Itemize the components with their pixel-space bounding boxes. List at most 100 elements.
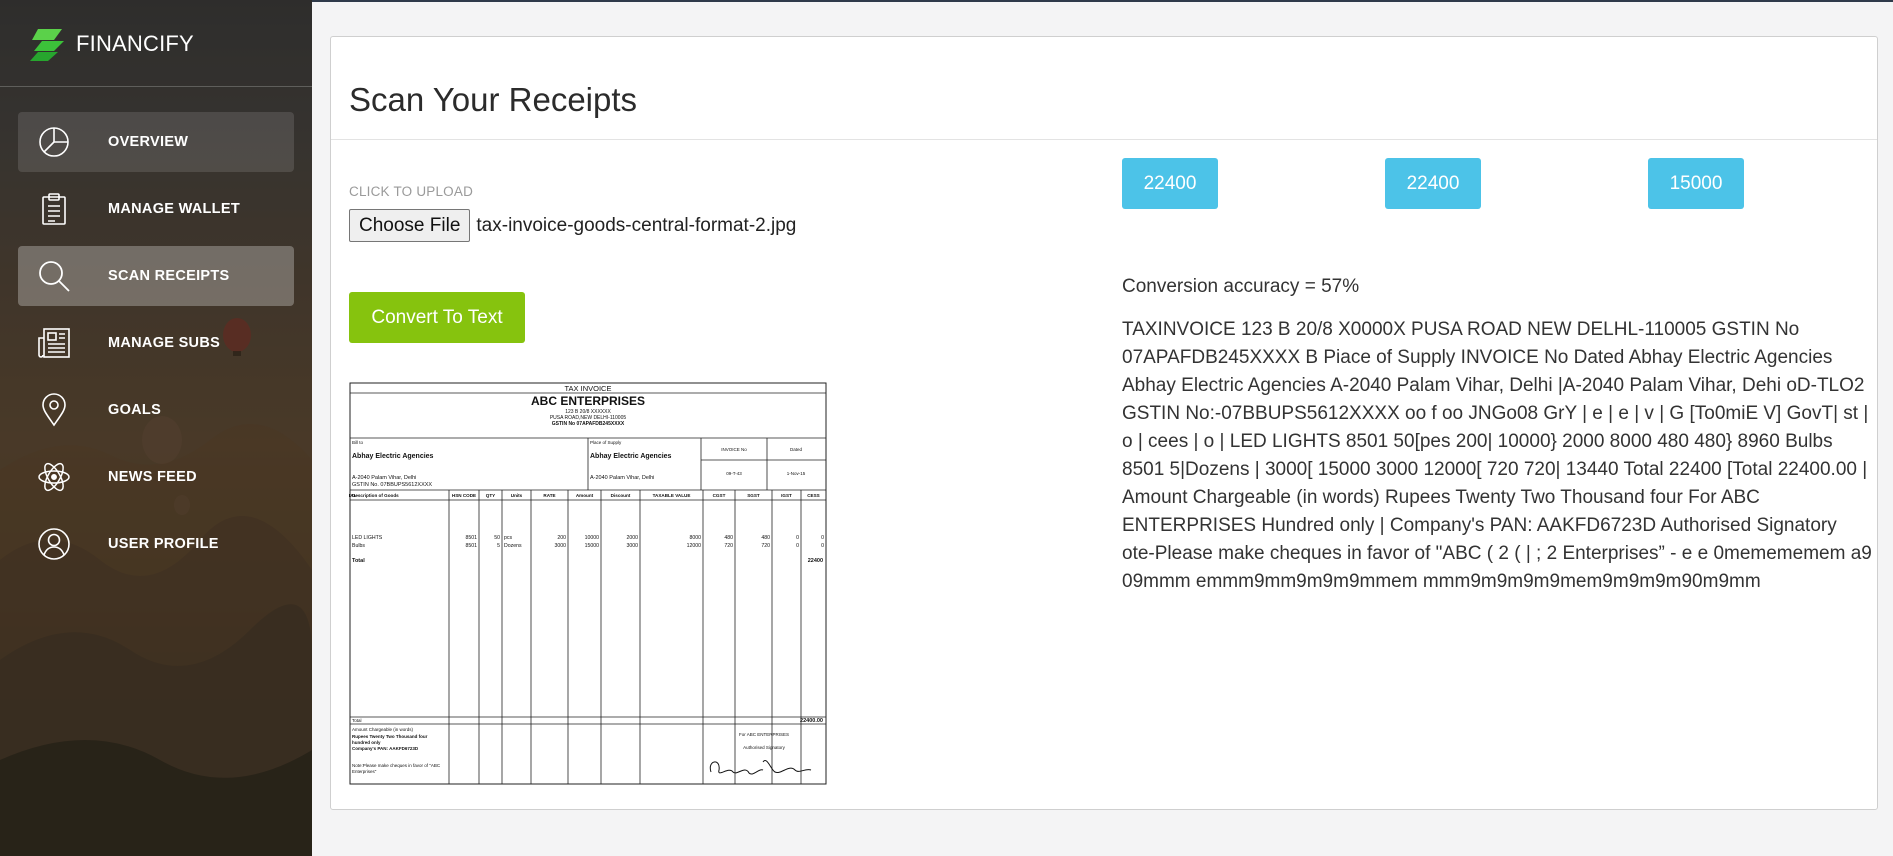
sidebar-item-overview[interactable]: OVERVIEW [18, 112, 294, 172]
sidebar-item-goals[interactable]: GOALS [18, 380, 294, 440]
receipt-cell: LED LIGHTS [352, 535, 383, 541]
receipt-supply-name: Abhay Electric Agencies [590, 453, 672, 460]
receipt-cell: 2000 [626, 535, 638, 541]
receipt-cell: 50 [494, 535, 500, 541]
receipt-dated-label: Dated [790, 447, 803, 452]
receipt-cell: 200 [557, 535, 566, 541]
file-input: Choose File tax-invoice-goods-central-fo… [349, 209, 796, 242]
receipt-cell: 0 [796, 543, 799, 549]
receipt-cell: pcs [504, 535, 512, 541]
sidebar-item-label: SCAN RECEIPTS [108, 268, 230, 284]
selected-file-name: tax-invoice-goods-central-format-2.jpg [476, 214, 797, 236]
clipboard-icon [36, 191, 72, 227]
receipt-cell: 3000 [554, 543, 566, 549]
amount-button-3[interactable]: 15000 [1648, 158, 1744, 209]
receipt-column-header: CESS [807, 493, 820, 498]
receipt-words-2: hundred only [352, 740, 381, 745]
sidebar-item-news-feed[interactable]: NEWS FEED [18, 447, 294, 507]
page-title: Scan Your Receipts [349, 81, 638, 118]
extracted-text: TAXINVOICE 123 B 20/8 X0000X PUSA ROAD N… [1122, 319, 1872, 592]
receipt-words-label: Amount Chargeable (in words) [352, 727, 414, 732]
receipt-cell: 720 [724, 543, 733, 549]
sidebar-item-manage-wallet[interactable]: MANAGE WALLET [18, 179, 294, 239]
atom-icon [36, 459, 72, 495]
receipt-total-label: Total [352, 558, 365, 564]
brand-divider [0, 86, 312, 87]
sidebar-nav: OVERVIEW MANAGE WALLET SCAN RECEIPTS MAN… [18, 112, 294, 581]
title-divider [331, 139, 1877, 140]
receipt-grand-total: 22400.00 [800, 718, 823, 724]
brand-logo-icon [30, 29, 64, 61]
receipt-for-company: For ABC ENTERPRISES [739, 732, 789, 737]
receipt-grand-total-label: Total [352, 718, 362, 723]
receipt-invoice-no: 09-T-43 [726, 471, 742, 476]
newspaper-icon [36, 325, 72, 361]
sidebar-item-scan-receipts[interactable]: SCAN RECEIPTS [18, 246, 294, 306]
sidebar-item-label: GOALS [108, 402, 162, 418]
receipt-cell: Dozens [504, 543, 522, 549]
receipt-company: ABC ENTERPRISES [531, 394, 645, 408]
choose-file-button[interactable]: Choose File [349, 209, 471, 242]
sidebar-item-label: NEWS FEED [108, 469, 197, 485]
receipt-buyer-gstin: GSTIN No. 07BBUPS5612XXXX [352, 482, 432, 488]
receipt-signatory: Authorised Signatory [743, 745, 786, 750]
receipt-cell: 480 [724, 535, 733, 541]
sidebar-item-label: OVERVIEW [108, 134, 189, 150]
sidebar-item-label: USER PROFILE [108, 536, 219, 552]
receipt-cell: 0 [821, 535, 824, 541]
sidebar-item-label: MANAGE WALLET [108, 201, 240, 217]
convert-to-text-button[interactable]: Convert To Text [349, 292, 525, 343]
receipt-cell: 480 [761, 535, 770, 541]
receipt-cell: 0 [821, 543, 824, 549]
sidebar: FINANCIFY OVERVIEW MANAGE WALLET SCAN RE… [0, 0, 312, 856]
receipt-date: 1-Nov-15 [787, 471, 806, 476]
receipt-cell: 15000 [585, 543, 600, 549]
amount-button-2[interactable]: 22400 [1385, 158, 1481, 209]
receipt-supply-address: A-2040 Palam Vihar, Delhi [590, 475, 654, 481]
receipt-column-header: CGST [713, 493, 726, 498]
receipt-buyer: Abhay Electric Agencies [352, 453, 434, 460]
brand[interactable]: FINANCIFY [28, 24, 194, 64]
receipt-column-header: Discount [611, 493, 631, 498]
receipt-column-header: HSN CODE [452, 493, 476, 498]
sidebar-item-label: MANAGE SUBS [108, 335, 221, 351]
receipt-bill-to-label: Bill to [352, 440, 364, 445]
receipt-cell: 8501 [465, 543, 477, 549]
receipt-cell: 5 [497, 543, 500, 549]
sidebar-item-manage-subs[interactable]: MANAGE SUBS [18, 313, 294, 373]
receipt-heading: TAX INVOICE [565, 384, 612, 393]
receipt-gstin: GSTIN No 07APAFDB245XXXX [552, 421, 625, 427]
receipt-cell: Bulbs [352, 543, 365, 549]
search-icon [36, 258, 72, 294]
receipt-cell: 720 [761, 543, 770, 549]
receipt-column-header: QTY [486, 493, 495, 498]
map-pin-icon [36, 392, 72, 428]
brand-name: FINANCIFY [76, 31, 194, 56]
receipt-cell: 8501 [465, 535, 477, 541]
receipt-column-header: Units [511, 493, 523, 498]
upload-label: CLICK TO UPLOAD [349, 184, 474, 199]
receipt-column-header: SGST [747, 493, 760, 498]
receipt-cell: 12000 [687, 543, 702, 549]
receipt-note-2: Enterprises" [352, 769, 377, 774]
receipt-pan: Company's PAN: AAKFD6723D [352, 746, 419, 751]
receipt-total-value: 22400 [808, 558, 823, 564]
amount-button-1[interactable]: 22400 [1122, 158, 1218, 209]
receipt-column-header: Description of Goods [352, 493, 399, 498]
receipt-column-header: TOTAL [349, 493, 357, 498]
receipt-column-header: TAXABLE VALUE [653, 493, 691, 498]
receipt-column-header: IGST [781, 493, 792, 498]
receipt-cell: 3000 [626, 543, 638, 549]
receipt-buyer-address: A-2040 Palam Vihar, Delhi [352, 475, 416, 481]
receipt-preview-image: TAX INVOICE ABC ENTERPRISES 123 B 20/8 X… [349, 382, 827, 785]
receipt-place-label: Place of Supply [590, 440, 622, 445]
receipt-invoice-no-label: INVOICE No [721, 447, 747, 452]
receipt-column-header: Amount [576, 493, 594, 498]
receipt-column-header: RATE [543, 493, 555, 498]
conversion-accuracy: Conversion accuracy = 57% [1122, 276, 1360, 297]
user-icon [36, 526, 72, 562]
receipt-note: Note:Please make cheques in favor of "AB… [352, 763, 441, 768]
sidebar-item-user-profile[interactable]: USER PROFILE [18, 514, 294, 574]
receipt-cell: 10000 [585, 535, 600, 541]
receipt-cell: 8000 [689, 535, 701, 541]
